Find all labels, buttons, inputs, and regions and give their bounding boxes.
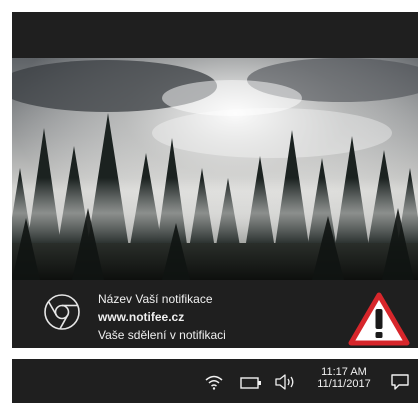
notification-site[interactable]: www.notifee.cz — [98, 308, 338, 326]
wifi-icon[interactable] — [204, 374, 224, 390]
taskbar-clock[interactable]: 11:17 AM 11/11/2017 — [304, 366, 384, 390]
battery-icon[interactable] — [240, 377, 262, 389]
notification-preview: Název Vaší notifikace www.notifee.cz Vaš… — [12, 12, 418, 403]
clock-time: 11:17 AM — [321, 366, 367, 378]
action-center-icon[interactable] — [390, 373, 410, 391]
notification-title: Název Vaší notifikace — [98, 292, 213, 306]
forest-hero-image — [12, 58, 418, 280]
notification-body[interactable]: Název Vaší notifikace www.notifee.cz Vaš… — [12, 280, 418, 356]
notification-message: Vaše sdělení v notifikaci — [98, 328, 226, 342]
notification-text: Název Vaší notifikace www.notifee.cz Vaš… — [98, 290, 338, 344]
top-bar — [12, 12, 418, 58]
taskbar: 11:17 AM 11/11/2017 — [12, 359, 418, 403]
chrome-icon — [44, 294, 80, 330]
divider-strip — [12, 348, 418, 359]
volume-icon[interactable] — [274, 373, 296, 391]
clock-date: 11/11/2017 — [317, 378, 371, 390]
warning-triangle-icon — [348, 292, 410, 346]
